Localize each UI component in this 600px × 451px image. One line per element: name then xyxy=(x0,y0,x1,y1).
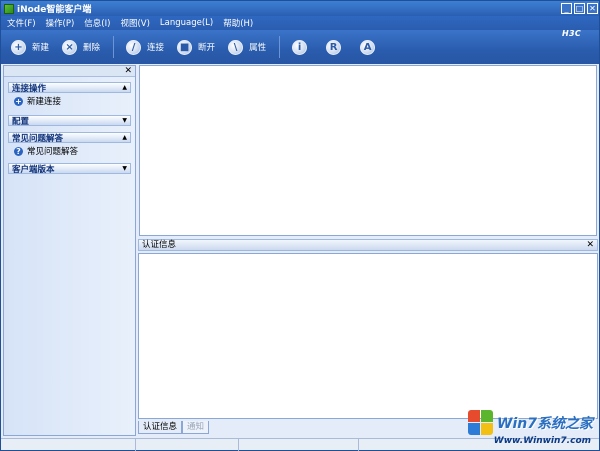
disconnect-button[interactable]: ■ 断开 xyxy=(177,39,216,55)
new-connection-link[interactable]: + 新建连接 xyxy=(14,95,135,107)
status-cell xyxy=(136,439,239,451)
properties-button[interactable]: \ 属性 xyxy=(228,39,267,55)
r-button[interactable]: R xyxy=(326,39,347,55)
menu-info[interactable]: 信息(I) xyxy=(84,17,110,29)
r-icon: R xyxy=(326,39,342,55)
status-cell xyxy=(1,439,136,451)
menu-help[interactable]: 帮助(H) xyxy=(223,17,253,29)
disconnect-icon: ■ xyxy=(177,39,193,55)
tab-notifications[interactable]: 通知 xyxy=(182,421,210,434)
tab-auth-info[interactable]: 认证信息 xyxy=(138,421,183,434)
status-cell xyxy=(239,439,359,451)
auth-info-close-button[interactable]: ✕ xyxy=(586,240,594,251)
connection-list-area[interactable] xyxy=(139,65,597,236)
new-label: 新建 xyxy=(32,43,50,53)
menu-bar: 文件(F) 操作(P) 信息(I) 视图(V) Language(L) 帮助(H… xyxy=(1,16,599,30)
info-button[interactable]: i xyxy=(292,39,313,55)
faq-link[interactable]: ? 常见问题解答 xyxy=(14,145,135,157)
connect-button[interactable]: / 连接 xyxy=(126,39,165,55)
bottom-tabs: 认证信息 通知 xyxy=(138,421,210,434)
section-title: 配置 xyxy=(12,116,30,127)
title-bar[interactable]: iNode智能客户端 _ □ ✕ xyxy=(1,1,599,16)
toolbar: + 新建 × 删除 / 连接 ■ 断开 \ 属性 i R A xyxy=(1,30,599,64)
section-client-version[interactable]: 客户端版本 ▼ xyxy=(8,163,131,175)
window-title: iNode智能客户端 xyxy=(17,5,92,15)
section-title: 常见问题解答 xyxy=(12,133,64,144)
disconnect-label: 断开 xyxy=(198,43,216,53)
section-faq[interactable]: 常见问题解答 ▲ xyxy=(8,132,131,144)
a-button[interactable]: A xyxy=(360,39,381,55)
delete-x-icon: × xyxy=(62,39,78,55)
properties-label: 属性 xyxy=(249,43,267,53)
watermark-url: Www.Winwin7.com xyxy=(493,436,591,446)
auth-info-panel: 认证信息 ✕ 认证信息 通知 xyxy=(138,239,598,436)
auth-info-header: 认证信息 ✕ xyxy=(138,239,598,251)
properties-icon: \ xyxy=(228,39,244,55)
toolbar-separator xyxy=(113,36,115,58)
item-label: 常见问题解答 xyxy=(27,147,79,157)
info-icon: i xyxy=(292,39,308,55)
maximize-button[interactable]: □ xyxy=(574,3,585,14)
toolbar-separator xyxy=(279,36,281,58)
section-title: 客户端版本 xyxy=(12,164,55,175)
connect-icon: / xyxy=(126,39,142,55)
task-panel: ✕ 连接操作 ▲ + 新建连接 配置 ▼ 常见问题解答 ▲ ? 常见问题解答 客… xyxy=(3,65,136,436)
menu-operate[interactable]: 操作(P) xyxy=(46,17,75,29)
delete-button[interactable]: × 删除 xyxy=(62,39,101,55)
section-connection-ops[interactable]: 连接操作 ▲ xyxy=(8,82,131,94)
auth-info-title: 认证信息 xyxy=(142,240,177,250)
menu-file[interactable]: 文件(F) xyxy=(7,17,36,29)
new-button[interactable]: + 新建 xyxy=(11,39,50,55)
menu-view[interactable]: 视图(V) xyxy=(120,17,149,29)
plus-icon: + xyxy=(14,96,23,106)
collapse-arrow-icon: ▲ xyxy=(122,134,127,141)
app-logo-icon xyxy=(4,3,14,14)
item-label: 新建连接 xyxy=(27,97,62,107)
minimize-button[interactable]: _ xyxy=(561,3,572,14)
help-question-icon: ? xyxy=(14,146,23,156)
auth-info-content[interactable] xyxy=(138,253,598,419)
a-icon: A xyxy=(360,39,376,55)
task-panel-header: ✕ xyxy=(4,66,135,77)
task-panel-close-button[interactable]: ✕ xyxy=(124,66,132,76)
windows-flag-icon xyxy=(468,410,494,436)
plus-icon: + xyxy=(11,39,26,55)
collapse-arrow-icon: ▲ xyxy=(122,84,127,91)
expand-arrow-icon: ▼ xyxy=(122,165,127,172)
menu-language[interactable]: Language(L) xyxy=(160,18,213,28)
expand-arrow-icon: ▼ xyxy=(122,117,127,124)
app-window: iNode智能客户端 _ □ ✕ 文件(F) 操作(P) 信息(I) 视图(V)… xyxy=(0,0,600,451)
close-button[interactable]: ✕ xyxy=(587,3,598,14)
watermark-logo: Win7系统之家 xyxy=(468,410,593,436)
connect-label: 连接 xyxy=(147,43,165,53)
delete-label: 删除 xyxy=(83,43,101,53)
section-title: 连接操作 xyxy=(12,83,47,94)
h3c-logo: H3C xyxy=(561,29,581,38)
watermark-text: Win7系统之家 xyxy=(497,416,593,432)
section-config[interactable]: 配置 ▼ xyxy=(8,115,131,127)
